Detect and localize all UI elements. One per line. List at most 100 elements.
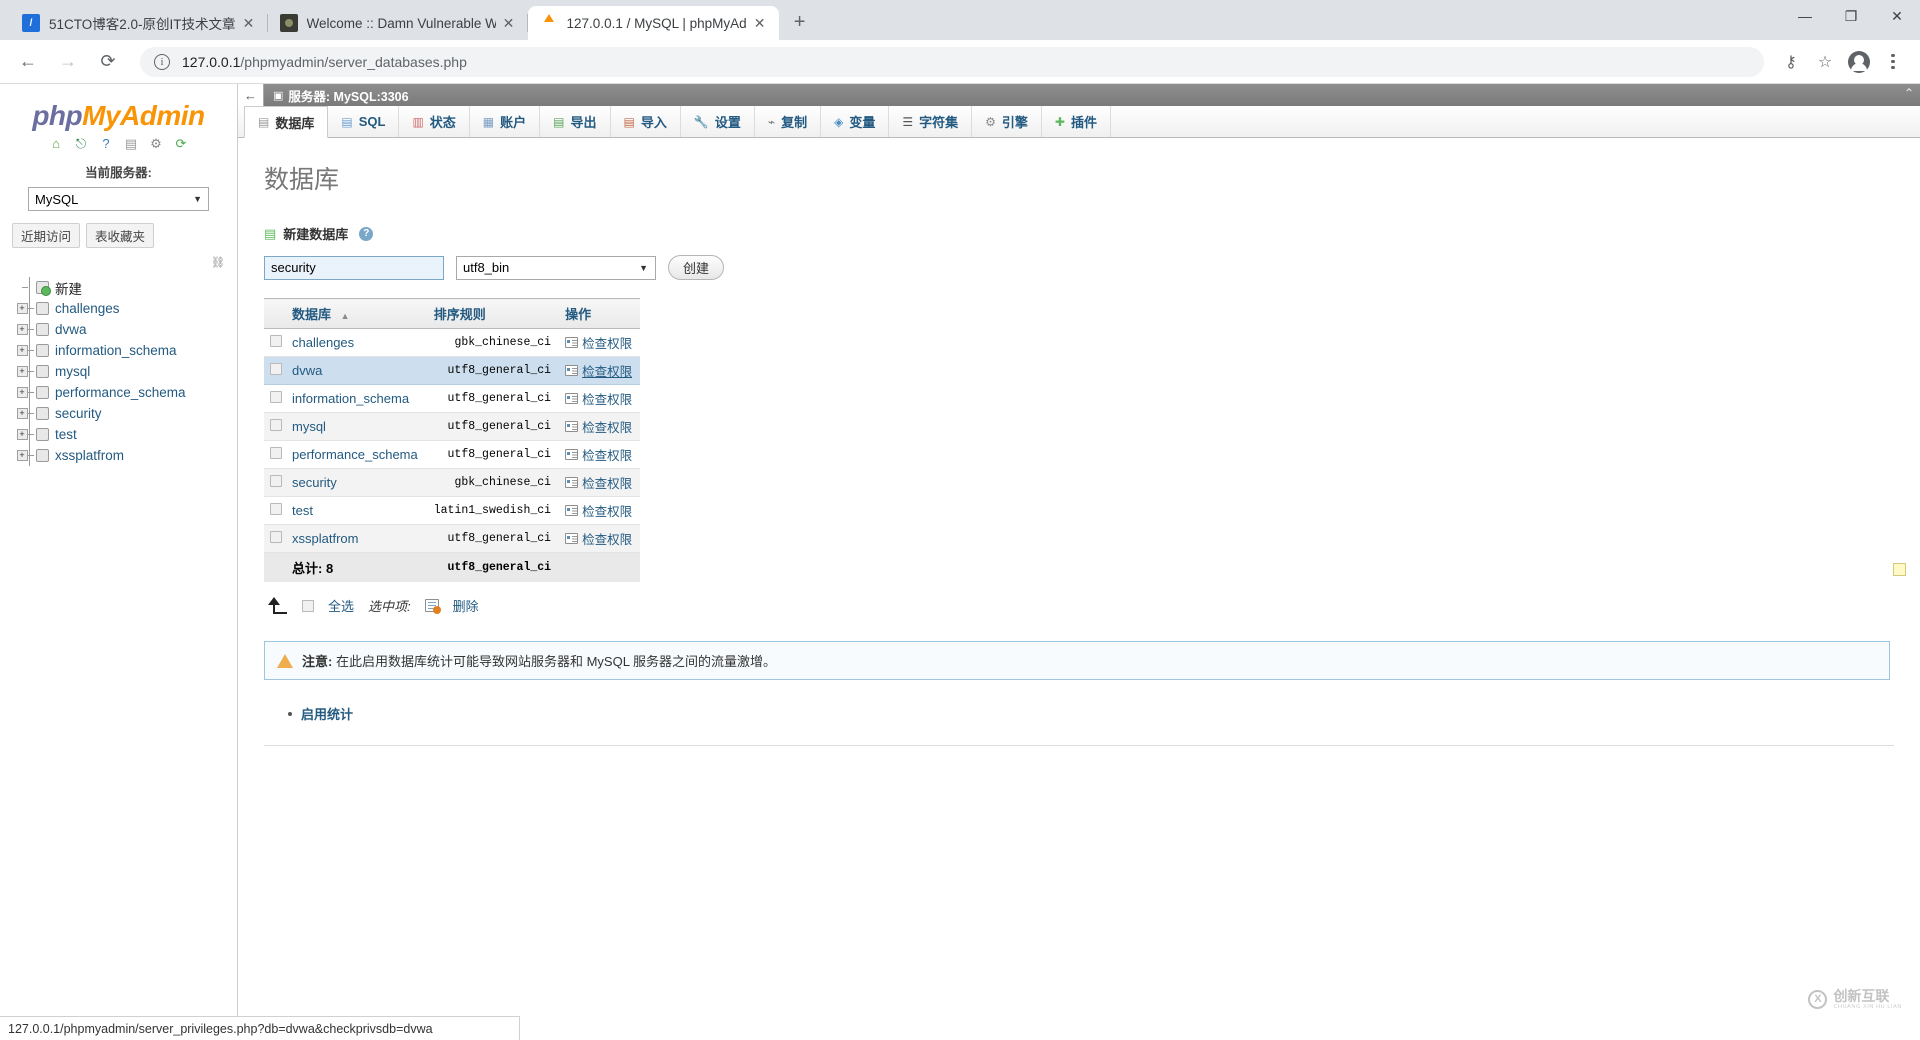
home-icon[interactable]: ⌂ <box>48 136 64 152</box>
table-row[interactable]: security gbk_chinese_ci 检查权限 <box>264 468 641 497</box>
forward-icon[interactable]: → <box>52 46 84 78</box>
table-row[interactable]: information_schema utf8_general_ci 检查权限 <box>264 384 641 413</box>
row-action-cell[interactable]: 检查权限 <box>557 384 641 413</box>
tab-variables[interactable]: ◈ 变量 <box>821 106 890 137</box>
tab-charsets[interactable]: ☰ 字符集 <box>889 106 973 137</box>
check-privileges-link[interactable]: 检查权限 <box>582 361 632 380</box>
key-icon[interactable]: ⚷ <box>1776 47 1806 77</box>
row-database-name[interactable]: dvwa <box>284 356 426 385</box>
tab-engines[interactable]: ⚙ 引擎 <box>972 106 1042 137</box>
tree-item-challenges[interactable]: + challenges <box>10 298 237 319</box>
tab-accounts[interactable]: ▦ 账户 <box>470 106 541 137</box>
tab-settings[interactable]: 🔧 设置 <box>681 106 755 137</box>
expand-icon[interactable]: + <box>16 429 28 440</box>
tree-item-new[interactable]: 新建 <box>10 277 237 298</box>
back-icon[interactable]: ← <box>12 46 44 78</box>
checkbox-icon[interactable] <box>270 363 282 375</box>
address-bar[interactable]: i 127.0.0.1/phpmyadmin/server_databases.… <box>140 46 1764 77</box>
row-database-name[interactable]: mysql <box>284 412 426 441</box>
link-icon[interactable]: ⛓ <box>211 256 225 269</box>
select-all-checkbox[interactable] <box>302 599 314 612</box>
table-row[interactable]: dvwa utf8_general_ci 检查权限 <box>264 356 641 385</box>
expand-icon[interactable]: + <box>16 303 28 314</box>
menu-dots-icon[interactable] <box>1878 47 1908 77</box>
tab-replication[interactable]: ⌁ 复制 <box>755 106 822 137</box>
tab-plugins[interactable]: ✚ 插件 <box>1042 106 1111 137</box>
reload-icon[interactable]: ⟳ <box>92 46 124 78</box>
row-checkbox-cell[interactable] <box>264 328 284 357</box>
tab-favorites[interactable]: 表收藏夹 <box>86 223 155 248</box>
checkbox-icon[interactable] <box>270 391 282 403</box>
expand-icon[interactable]: + <box>16 450 28 461</box>
row-database-name[interactable]: challenges <box>284 328 426 357</box>
row-action-cell[interactable]: 检查权限 <box>557 328 641 357</box>
expand-icon[interactable]: + <box>16 366 28 377</box>
table-row[interactable]: performance_schema utf8_general_ci 检查权限 <box>264 440 641 469</box>
back-icon[interactable]: ← <box>238 84 264 106</box>
checkbox-icon[interactable] <box>270 447 282 459</box>
note-box-icon[interactable] <box>1893 563 1906 576</box>
row-action-cell[interactable]: 检查权限 <box>557 496 641 525</box>
browser-tab-dvwa[interactable]: Welcome :: Damn Vulnerable W ✕ <box>268 6 528 40</box>
collapse-icon[interactable]: ⌃ <box>1904 86 1914 100</box>
browser-tab-51cto[interactable]: / 51CTO博客2.0-原创IT技术文章 ✕ <box>10 6 268 40</box>
row-action-cell[interactable]: 检查权限 <box>557 468 641 497</box>
expand-icon[interactable]: + <box>16 324 28 335</box>
site-info-icon[interactable]: i <box>154 53 170 70</box>
tab-export[interactable]: ▤ 导出 <box>540 106 611 137</box>
close-icon[interactable]: ✕ <box>240 14 258 32</box>
database-name-input[interactable] <box>264 255 444 280</box>
table-row[interactable]: xssplatfrom utf8_general_ci 检查权限 <box>264 524 641 553</box>
help-icon[interactable]: ? <box>98 136 114 152</box>
maximize-icon[interactable]: ❐ <box>1828 0 1874 32</box>
table-row[interactable]: test latin1_swedish_ci 检查权限 <box>264 496 641 525</box>
close-window-icon[interactable]: ✕ <box>1874 0 1920 32</box>
check-privileges-link[interactable]: 检查权限 <box>582 389 632 408</box>
row-database-name[interactable]: information_schema <box>284 384 426 413</box>
check-privileges-link[interactable]: 检查权限 <box>582 529 632 548</box>
row-action-cell[interactable]: 检查权限 <box>557 356 641 385</box>
tab-recent[interactable]: 近期访问 <box>12 223 81 248</box>
checkbox-icon[interactable] <box>270 531 282 543</box>
drop-database-icon[interactable] <box>424 599 441 614</box>
row-database-name[interactable]: test <box>284 496 426 525</box>
minimize-icon[interactable]: — <box>1782 0 1828 32</box>
table-row[interactable]: mysql utf8_general_ci 检查权限 <box>264 412 641 441</box>
row-checkbox-cell[interactable] <box>264 412 284 441</box>
checkbox-icon[interactable] <box>270 475 282 487</box>
check-privileges-link[interactable]: 检查权限 <box>582 473 632 492</box>
delete-label[interactable]: 删除 <box>453 596 479 615</box>
new-tab-button[interactable]: + <box>785 7 815 37</box>
close-icon[interactable]: ✕ <box>751 14 769 32</box>
docs-icon[interactable]: ▤ <box>123 136 139 152</box>
tree-item-mysql[interactable]: + mysql <box>10 361 237 382</box>
tab-sql[interactable]: ▤ SQL <box>328 106 400 137</box>
row-database-name[interactable]: security <box>284 468 426 497</box>
select-all-label[interactable]: 全选 <box>328 596 354 615</box>
checkbox-icon[interactable] <box>270 419 282 431</box>
tree-item-xssplatfrom[interactable]: + xssplatfrom <box>10 445 237 466</box>
row-checkbox-cell[interactable] <box>264 356 284 385</box>
settings-icon[interactable]: ⚙ <box>148 136 164 152</box>
row-checkbox-cell[interactable] <box>264 524 284 553</box>
th-database[interactable]: 数据库 ▲ <box>284 298 426 329</box>
star-icon[interactable]: ☆ <box>1810 47 1840 77</box>
create-button[interactable]: 创建 <box>668 255 725 280</box>
browser-tab-phpmyadmin[interactable]: PMA 127.0.0.1 / MySQL | phpMyAd ✕ <box>527 6 779 40</box>
tree-item-performance-schema[interactable]: + performance_schema <box>10 382 237 403</box>
checkbox-icon[interactable] <box>270 335 282 347</box>
tab-databases[interactable]: ▤ 数据库 <box>244 106 329 138</box>
phpmyadmin-logo[interactable]: phpMyAdmin <box>0 100 237 132</box>
tree-item-information-schema[interactable]: + information_schema <box>10 340 237 361</box>
help-icon[interactable]: ? <box>359 226 374 241</box>
row-action-cell[interactable]: 检查权限 <box>557 524 641 553</box>
row-checkbox-cell[interactable] <box>264 440 284 469</box>
expand-icon[interactable]: + <box>16 387 28 398</box>
tree-item-security[interactable]: + security <box>10 403 237 424</box>
collation-select[interactable]: utf8_bin ▼ <box>456 255 656 280</box>
expand-icon[interactable]: + <box>16 345 28 356</box>
enable-statistics-link[interactable]: 启用统计 <box>301 704 353 723</box>
exit-icon[interactable]: ⎋ <box>73 136 89 152</box>
row-checkbox-cell[interactable] <box>264 496 284 525</box>
tab-status[interactable]: ▥ 状态 <box>399 106 470 137</box>
